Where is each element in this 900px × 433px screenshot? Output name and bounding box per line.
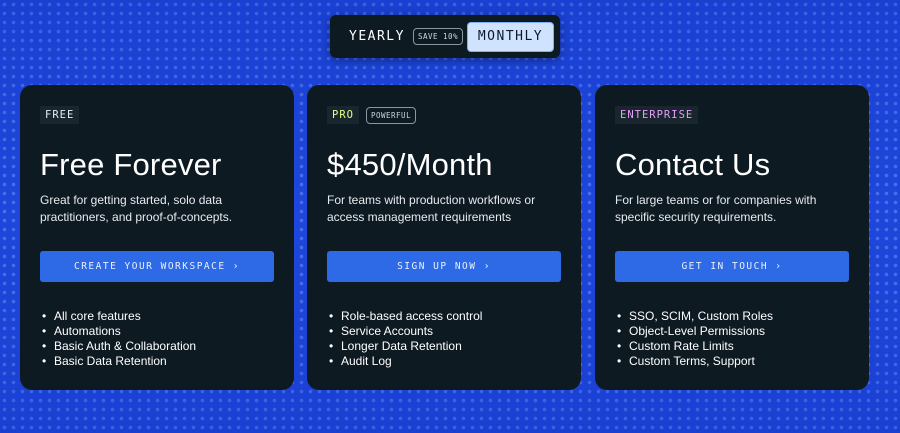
bullet-icon: • <box>617 323 622 338</box>
bullet-icon: • <box>329 323 334 338</box>
plan-tag-row: PRO POWERFUL <box>327 106 561 124</box>
feature-list: • SSO, SCIM, Custom Roles • Object-Level P… <box>615 308 849 368</box>
get-in-touch-button[interactable]: GET IN TOUCH › <box>615 251 849 282</box>
feature-text: Custom Rate Limits <box>629 338 734 353</box>
feature-item: • Basic Auth & Collaboration <box>40 338 274 353</box>
feature-list: • All core features • Automations • Basic A… <box>40 308 274 368</box>
feature-item: • Basic Data Retention <box>40 353 274 368</box>
yearly-option[interactable]: YEARLY <box>349 29 405 44</box>
feature-text: Basic Auth & Collaboration <box>54 338 197 353</box>
feature-text: Basic Data Retention <box>54 353 167 368</box>
feature-text: Role-based access control <box>341 308 483 323</box>
feature-text: Audit Log <box>341 353 392 368</box>
monthly-option[interactable]: MONTHLY <box>467 21 554 52</box>
feature-text: All core features <box>54 308 141 323</box>
feature-text: Longer Data Retention <box>341 338 462 353</box>
plan-title: Free Forever <box>40 147 222 182</box>
bullet-icon: • <box>329 338 334 353</box>
plan-title: $450/Month <box>327 147 493 182</box>
bullet-icon: • <box>329 308 334 323</box>
feature-item: • Audit Log <box>327 353 561 368</box>
plan-description: Great for getting started, solo data pra… <box>40 193 233 224</box>
feature-text: Automations <box>54 323 121 338</box>
plan-tag-row: FREE <box>40 106 274 124</box>
tier-tag: ENTERPRISE <box>615 106 699 124</box>
bullet-icon: • <box>617 338 622 353</box>
plan-card-free: FREE Free Forever Great for getting star… <box>20 85 294 390</box>
feature-text: Object-Level Permissions <box>629 323 766 338</box>
feature-text: SSO, SCIM, Custom Roles <box>629 308 774 323</box>
bullet-icon: • <box>42 323 47 338</box>
feature-item: • Longer Data Retention <box>327 338 561 353</box>
plan-card-pro: PRO POWERFUL $450/Month For teams with p… <box>307 85 581 390</box>
plan-description: For teams with production workflows or a… <box>327 193 536 224</box>
feature-item: • Object-Level Permissions <box>615 323 849 338</box>
tier-tag: FREE <box>40 106 80 124</box>
feature-item: • Custom Terms, Support <box>615 353 849 368</box>
feature-text: Custom Terms, Support <box>629 353 755 368</box>
feature-item: • Role-based access control <box>327 308 561 323</box>
bullet-icon: • <box>42 338 47 353</box>
feature-text: Service Accounts <box>341 323 434 338</box>
bullet-icon: • <box>42 308 47 323</box>
bullet-icon: • <box>329 353 334 368</box>
feature-item: • Service Accounts <box>327 323 561 338</box>
plan-description: For large teams or for companies with sp… <box>615 193 817 224</box>
billing-period-toggle: YEARLY SAVE 10% MONTHLY <box>330 15 560 58</box>
bullet-icon: • <box>617 308 622 323</box>
feature-item: • All core features <box>40 308 274 323</box>
tier-tag: PRO <box>327 106 359 124</box>
save-discount-badge: SAVE 10% <box>412 28 464 45</box>
bullet-icon: • <box>42 353 47 368</box>
plan-title: Contact Us <box>615 147 771 182</box>
powerful-badge: POWERFUL <box>365 106 417 124</box>
feature-item: • SSO, SCIM, Custom Roles <box>615 308 849 323</box>
create-workspace-button[interactable]: CREATE YOUR WORKSPACE › <box>40 251 274 282</box>
plan-tag-row: ENTERPRISE <box>615 106 849 124</box>
feature-list: • Role-based access control • Service Acco… <box>327 308 561 368</box>
feature-item: • Automations <box>40 323 274 338</box>
plan-card-enterprise: ENTERPRISE Contact Us For large teams or… <box>595 85 869 390</box>
bullet-icon: • <box>617 353 622 368</box>
feature-item: • Custom Rate Limits <box>615 338 849 353</box>
sign-up-button[interactable]: SIGN UP NOW › <box>327 251 561 282</box>
